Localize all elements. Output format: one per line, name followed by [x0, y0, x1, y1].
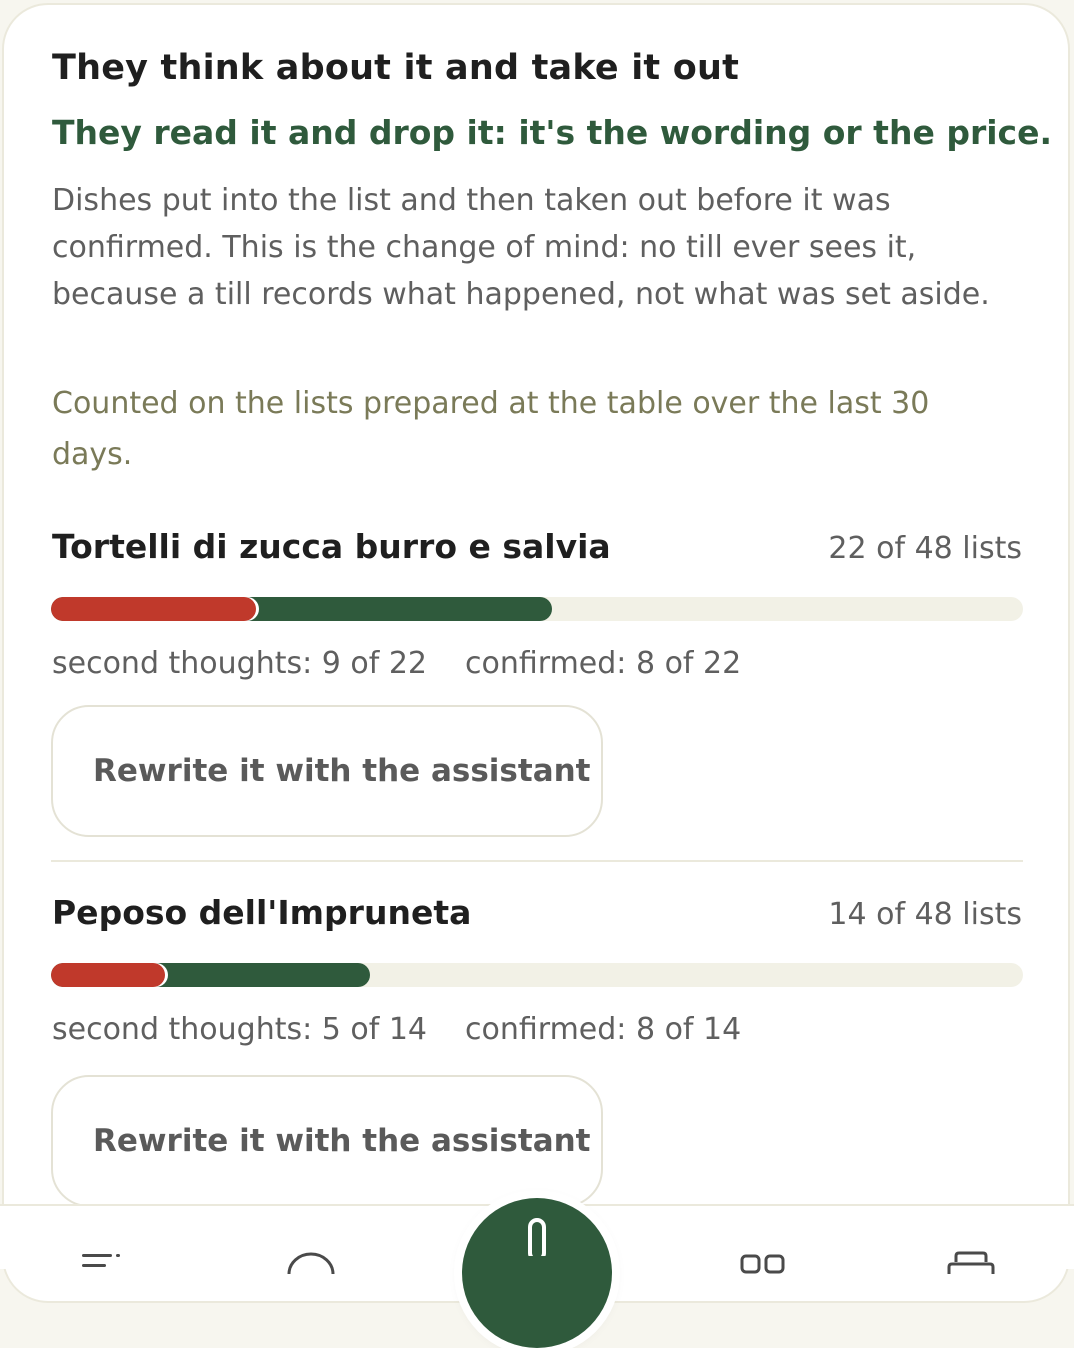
microphone-icon: [528, 1218, 546, 1256]
section-description: Dishes put into the list and then taken …: [52, 183, 990, 312]
chat-icon[interactable]: [286, 1250, 336, 1274]
second-thoughts-stat: second thoughts: 5 of 14: [52, 1012, 428, 1047]
dish-stats: second thoughts: 9 of 22 confirmed: 8 of …: [52, 646, 741, 681]
dish-name: Peposo dell'Impruneta: [52, 893, 472, 932]
dish-list-count: 22 of 48 lists: [828, 531, 1022, 566]
section-title: They think about it and take it out: [52, 48, 740, 88]
rewrite-with-assistant-button[interactable]: Rewrite it with the assistant: [51, 1075, 603, 1207]
menu-icon[interactable]: [82, 1250, 122, 1274]
printer-icon[interactable]: [946, 1250, 996, 1274]
microphone-button[interactable]: [462, 1198, 612, 1348]
dish-stats: second thoughts: 5 of 14 confirmed: 8 of …: [52, 1012, 741, 1047]
dish-progress-second-thoughts: [51, 963, 165, 987]
dish-list-count: 14 of 48 lists: [828, 897, 1022, 932]
section-note: Counted on the lists prepared at the tab…: [52, 386, 930, 472]
second-thoughts-stat: second thoughts: 9 of 22: [52, 646, 428, 681]
confirmed-stat: confirmed: 8 of 22: [465, 646, 742, 681]
rewrite-with-assistant-button[interactable]: Rewrite it with the assistant: [51, 705, 603, 837]
dish-progress-track: [51, 597, 1023, 621]
confirmed-stat: confirmed: 8 of 14: [465, 1012, 742, 1047]
grid-icon[interactable]: [740, 1250, 786, 1274]
divider: [51, 860, 1023, 862]
dish-progress-track: [51, 963, 1023, 987]
section-subtitle: They read it and drop it: it's the wordi…: [52, 113, 1053, 152]
dish-progress-second-thoughts: [51, 597, 257, 621]
dish-name: Tortelli di zucca burro e salvia: [52, 527, 611, 566]
